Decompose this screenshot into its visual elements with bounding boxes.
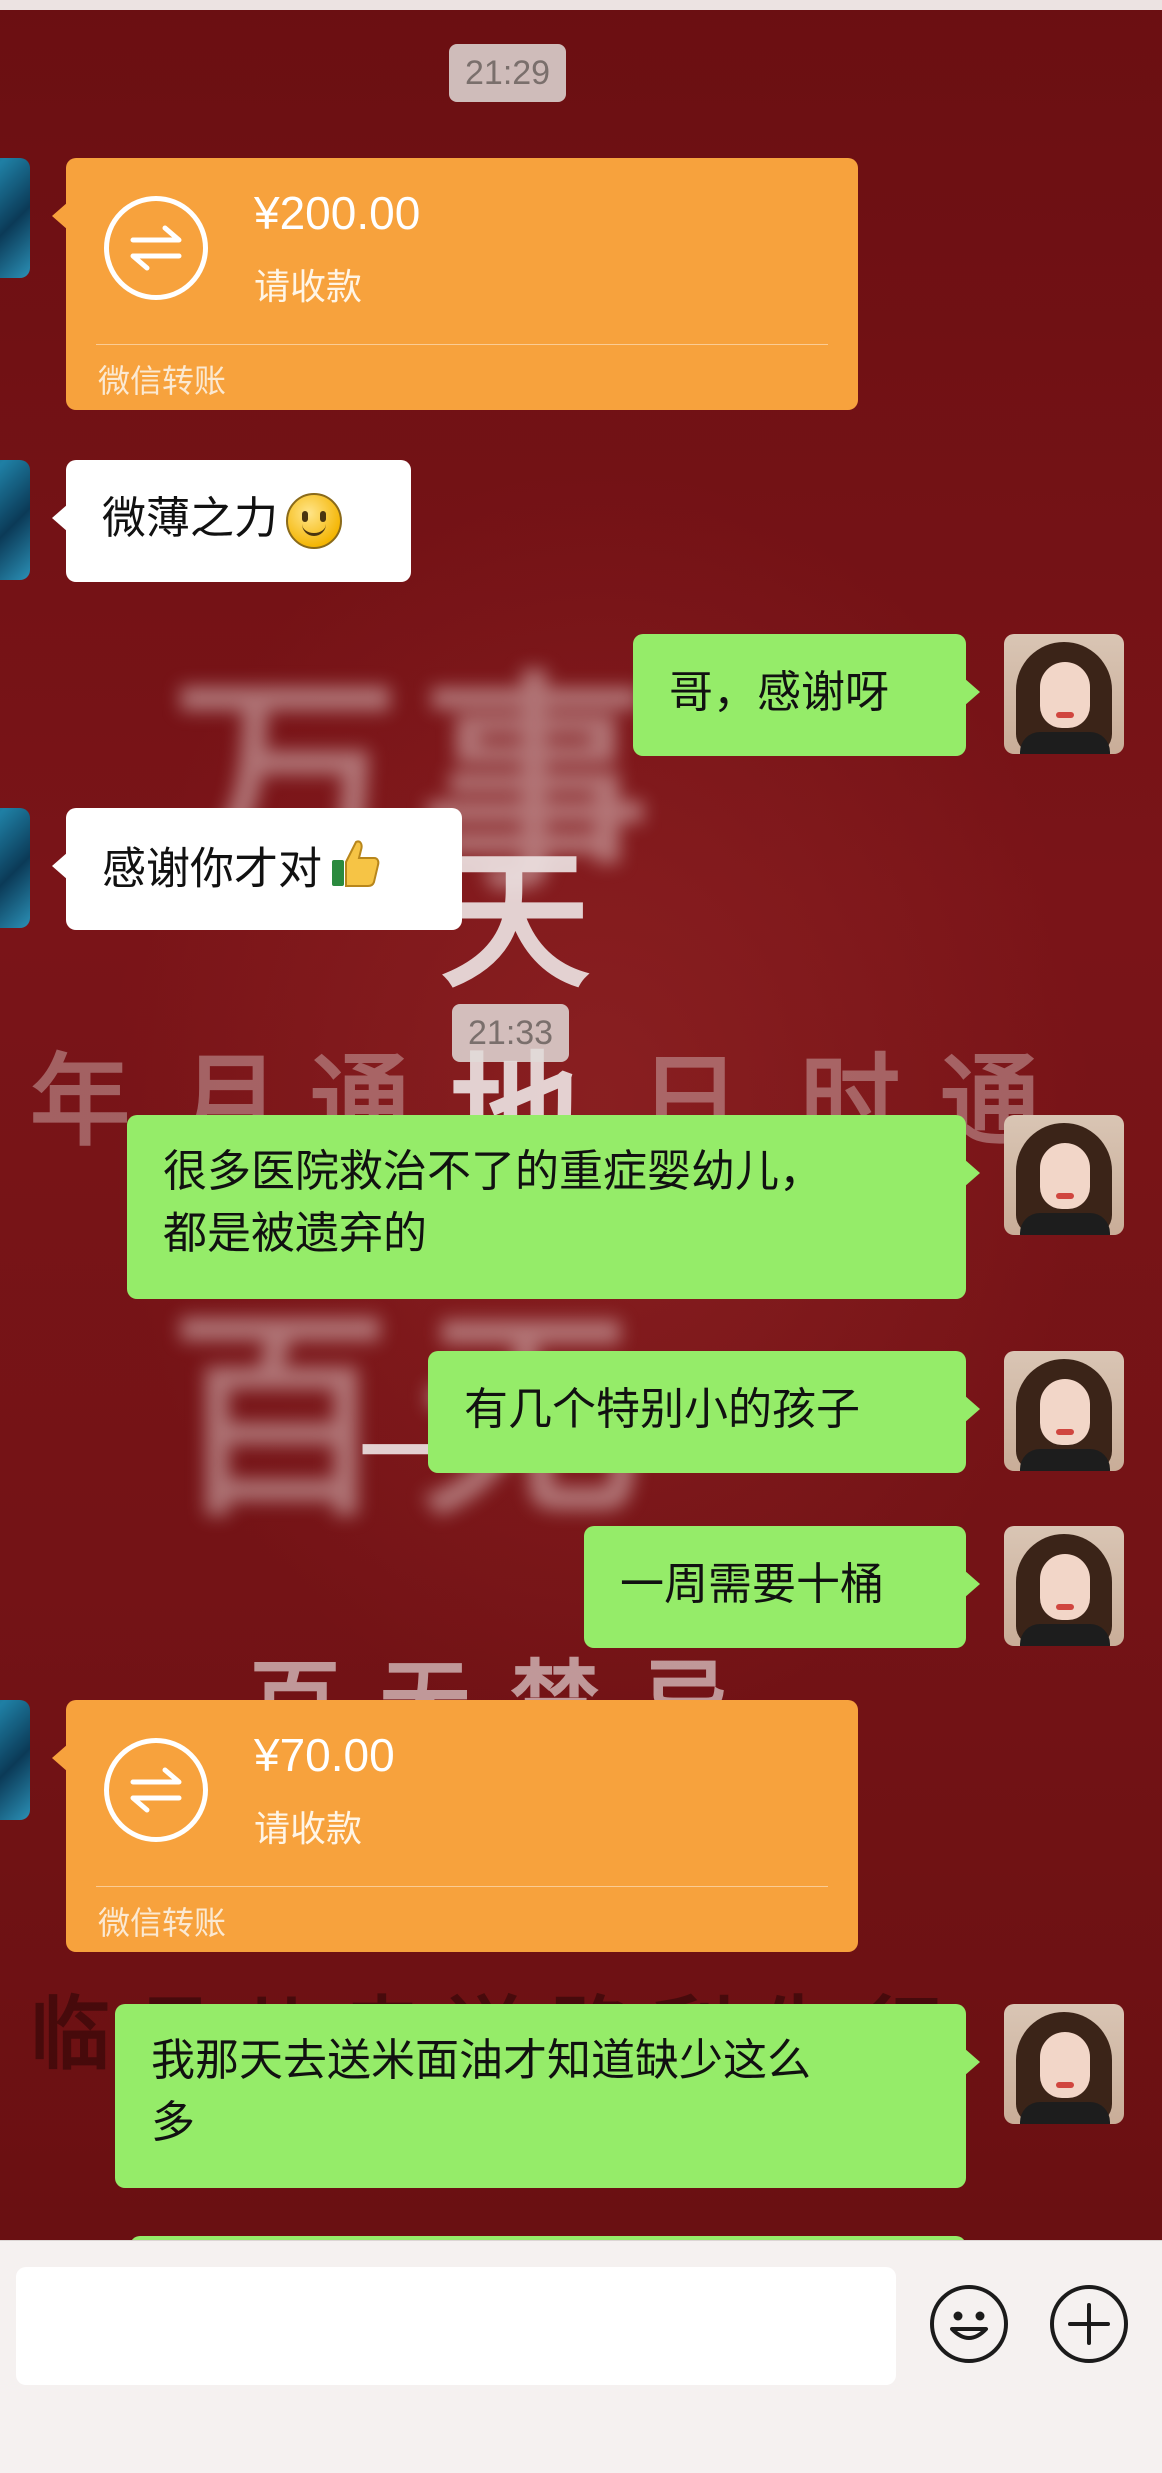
transfer-label: 微信转账: [98, 1904, 227, 1942]
smile-emoji-icon: [286, 493, 342, 549]
message-bubble[interactable]: 感谢你才对: [52, 808, 462, 930]
transfer-card[interactable]: ¥200.00 请收款 微信转账: [52, 158, 858, 410]
transfer-arrows-icon: [104, 196, 208, 300]
timestamp: 21:29: [449, 44, 567, 102]
transfer-amount: ¥200.00: [254, 187, 421, 239]
avatar[interactable]: [1004, 2004, 1124, 2124]
timestamp: 21:33: [452, 1004, 570, 1062]
divider: [96, 1886, 828, 1887]
message-text: 有几个特别小的孩子: [464, 1384, 860, 1435]
avatar[interactable]: [1004, 1351, 1124, 1471]
avatar[interactable]: [0, 1700, 30, 1820]
status-strip: [0, 0, 1162, 10]
message-bubble[interactable]: 很多医院救治不了的重症婴幼儿， 都是被遗弃的: [127, 1115, 980, 1299]
input-bar: [0, 2240, 1162, 2473]
emoji-icon[interactable]: [930, 2285, 1008, 2363]
transfer-arrows-icon: [104, 1738, 208, 1842]
transfer-status: 请收款: [254, 1809, 363, 1850]
transfer-status: 请收款: [254, 267, 363, 308]
message-text-line: 我那天去送米面油才知道缺少这么: [151, 2035, 811, 2086]
message-bubble[interactable]: 我那天去送米面油才知道缺少这么 多: [115, 2004, 980, 2188]
message-bubble[interactable]: 哥，感谢呀: [633, 634, 980, 756]
message-input[interactable]: [16, 2267, 896, 2385]
chat-message-area[interactable]: 万事 天 年 月 通 地 日 时 通 百无 一 百无禁忌 临月儿走送路利先行 2…: [0, 0, 1162, 2240]
message-text-line: 多: [151, 2097, 195, 2148]
wallpaper-sky-character: 天: [440, 833, 591, 1009]
message-text: 哥，感谢呀: [669, 667, 889, 718]
message-bubble[interactable]: 微薄之力: [52, 460, 411, 582]
message-text-line: 都是被遗弃的: [163, 1208, 427, 1259]
message-bubble[interactable]: 一周需要十桶: [584, 1526, 980, 1648]
plus-icon[interactable]: [1050, 2285, 1128, 2363]
thumbs-up-icon: [328, 836, 382, 907]
avatar[interactable]: [1004, 1115, 1124, 1235]
message-bubble[interactable]: 有几个特别小的孩子: [428, 1351, 980, 1473]
transfer-label: 微信转账: [98, 362, 227, 400]
wallpaper-char: 年: [30, 1042, 130, 1160]
transfer-amount: ¥70.00: [254, 1729, 395, 1781]
message-text: 微薄之力: [102, 493, 278, 544]
divider: [96, 344, 828, 345]
avatar[interactable]: [0, 158, 30, 278]
avatar[interactable]: [1004, 634, 1124, 754]
message-text: 一周需要十桶: [620, 1559, 884, 1610]
message-text-line: 很多医院救治不了的重症婴幼儿，: [163, 1146, 823, 1197]
avatar[interactable]: [0, 808, 30, 928]
transfer-card[interactable]: ¥70.00 请收款 微信转账: [52, 1700, 858, 1952]
avatar[interactable]: [0, 460, 30, 580]
avatar[interactable]: [1004, 1526, 1124, 1646]
message-text: 感谢你才对: [102, 843, 322, 895]
